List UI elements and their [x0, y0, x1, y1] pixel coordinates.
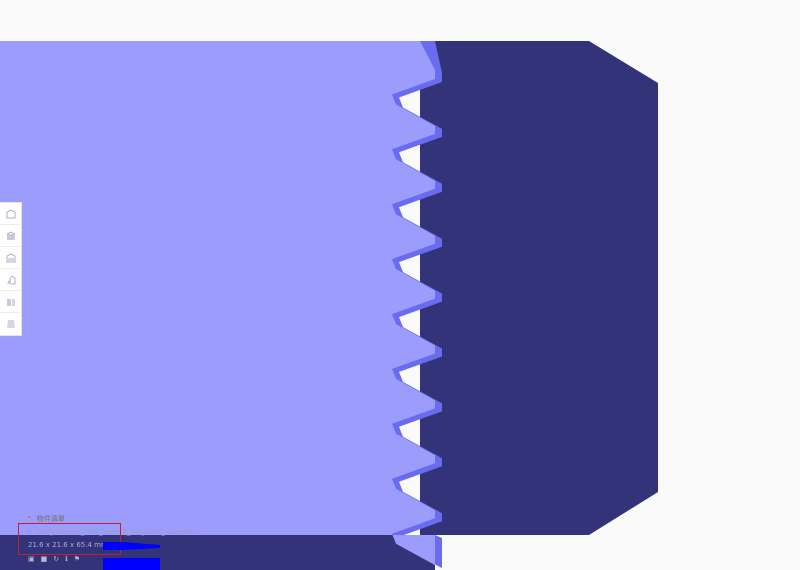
view-right-icon	[6, 298, 15, 306]
view-front-button[interactable]	[0, 225, 21, 247]
view-top-button[interactable]	[0, 247, 21, 269]
view-top-icon	[6, 252, 15, 262]
model-render	[0, 41, 658, 570]
duplicate-icon[interactable]: ■	[41, 555, 48, 563]
printer-icon[interactable]: ▣	[28, 555, 35, 563]
screw-light-body	[0, 41, 435, 566]
object-list-item[interactable]: ✎ Body-Screen_M18_core48_PingiCPU_Nozzle…	[26, 526, 226, 537]
object-list-title: 物件清單	[36, 515, 65, 523]
object-filename: Body-Screen_M18_core48_PingiCPU_Nozzle0.…	[36, 527, 200, 536]
progress-bar	[103, 558, 160, 570]
pencil-icon: ✎	[26, 527, 33, 536]
view-3d-button[interactable]	[0, 203, 21, 225]
info-icon[interactable]: ℹ	[65, 555, 68, 563]
nut-dark-face	[420, 41, 658, 535]
view-bottom-icon	[6, 320, 15, 328]
rotate-icon[interactable]: ↻	[53, 555, 59, 563]
3d-viewport[interactable]	[0, 0, 800, 570]
object-list-header[interactable]: ⌃ 物件清單	[26, 513, 226, 525]
view-left-icon	[6, 275, 15, 284]
object-list-panel: ⌃ 物件清單 ✎ Body-Screen_M18_core48_PingiCPU…	[18, 513, 226, 563]
view-front-icon	[6, 230, 15, 240]
progress-wedge	[103, 542, 160, 550]
view-right-button[interactable]	[0, 291, 21, 313]
chevron-up-icon: ⌃	[26, 514, 33, 524]
view-left-button[interactable]	[0, 269, 21, 291]
view-3d-icon	[6, 208, 15, 218]
view-toolbar	[0, 202, 22, 336]
view-bottom-button[interactable]	[0, 313, 21, 335]
flag-icon[interactable]: ⚑	[74, 555, 80, 563]
